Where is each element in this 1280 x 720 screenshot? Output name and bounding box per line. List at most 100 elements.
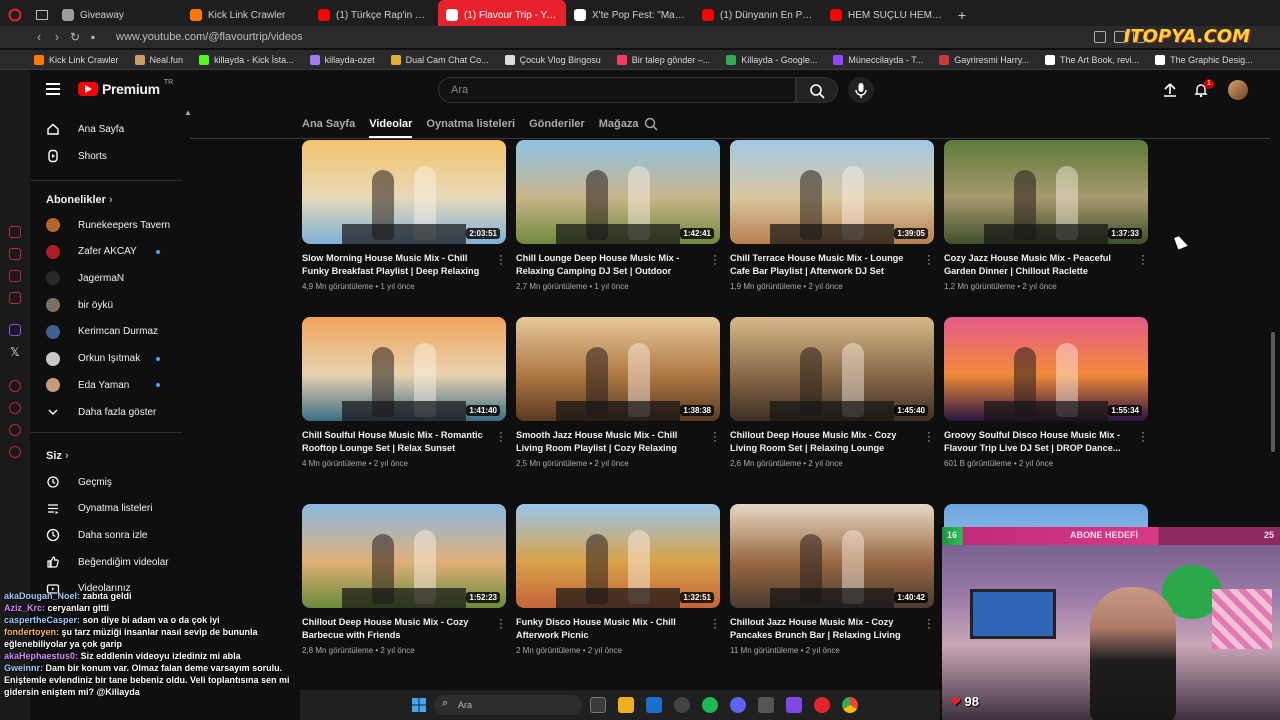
bookmark-item[interactable]: The Art Book, revi... [1037, 54, 1147, 65]
video-title[interactable]: Slow Morning House Music Mix - Chill Fun… [302, 252, 490, 278]
url-field[interactable]: www.youtube.com/@flavourtrip/videos [116, 31, 303, 43]
video-title[interactable]: Smooth Jazz House Music Mix - Chill Livi… [516, 429, 704, 455]
video-card[interactable]: 1:39:05 Chill Terrace House Music Mix - L… [730, 140, 934, 291]
video-title[interactable]: Funky Disco House Music Mix - Chill Afte… [516, 616, 704, 642]
subscription-item[interactable]: Orkun Işıtmak [30, 346, 182, 372]
bookmark-item[interactable]: killayda - Kick İsta... [191, 54, 302, 65]
chrome-icon[interactable] [842, 697, 858, 713]
opera-gx-icon[interactable] [814, 697, 830, 713]
video-thumbnail[interactable]: 1:37:33 [944, 140, 1148, 244]
discord-icon[interactable] [730, 697, 746, 713]
more-options-icon[interactable]: · · · [926, 615, 932, 634]
sidebar-item-shorts[interactable]: Shorts [30, 143, 182, 169]
back-icon[interactable]: ‹ [30, 30, 48, 44]
bookmark-item[interactable]: Çocuk Vlog Bingosu [497, 54, 609, 65]
video-thumbnail[interactable]: 1:45:40 [730, 317, 934, 421]
youtube-premium-logo[interactable]: Premium TR [78, 79, 173, 97]
video-thumbnail[interactable]: 2:03:51 [302, 140, 506, 244]
bookmark-item[interactable]: Dual Cam Chat Co... [383, 54, 497, 65]
video-card[interactable]: 1:41:40 Chill Soulful House Music Mix - R… [302, 317, 506, 468]
video-title[interactable]: Chillout Deep House Music Mix - Cozy Liv… [730, 429, 918, 455]
more-options-icon[interactable]: · · · [926, 251, 932, 270]
sidebar-item-liked[interactable]: Beğendiğim videolar [30, 549, 182, 575]
video-title[interactable]: Chillout Deep House Music Mix - Cozy Bar… [302, 616, 490, 642]
video-card[interactable]: 1:37:33 Cozy Jazz House Music Mix - Peace… [944, 140, 1148, 291]
more-options-icon[interactable]: · · · [712, 615, 718, 634]
bookmark-item[interactable]: Gayriresmi Harry... [931, 54, 1037, 65]
taskbar-search-input[interactable]: Ara [434, 695, 582, 715]
new-tab-button[interactable]: + [950, 7, 974, 23]
video-card[interactable]: 1:42:41 Chill Lounge Deep House Music Mix… [516, 140, 720, 291]
outlook-icon[interactable] [646, 697, 662, 713]
more-options-icon[interactable]: · · · [498, 428, 504, 447]
github-icon[interactable] [674, 697, 690, 713]
video-card[interactable]: 1:40:42 Chillout Jazz House Music Mix - C… [730, 504, 934, 655]
subscriptions-header[interactable]: Abonelikler › [46, 194, 113, 206]
hamburger-menu-icon[interactable] [46, 83, 60, 95]
bookmark-item[interactable]: Neal.fun [127, 54, 192, 65]
upload-icon[interactable] [1162, 82, 1178, 98]
video-thumbnail[interactable]: 1:41:40 [302, 317, 506, 421]
reload-icon[interactable]: ↻ [66, 30, 84, 44]
subscription-item[interactable]: Runekeepers Tavern [30, 212, 182, 238]
video-thumbnail[interactable]: 1:55:34 [944, 317, 1148, 421]
bookmark-item[interactable]: Kick Link Crawler [26, 54, 127, 65]
task-view-icon[interactable] [590, 697, 606, 713]
subscription-item[interactable]: Eda Yaman [30, 372, 182, 398]
voice-search-button[interactable] [848, 77, 874, 103]
more-options-icon[interactable]: · · · [498, 615, 504, 634]
bookmark-item[interactable]: Bir talep gönder –... [609, 54, 719, 65]
search-input[interactable]: Ara [438, 77, 796, 103]
more-options-icon[interactable]: · · · [498, 251, 504, 270]
video-card[interactable]: 1:55:34 Groovy Soulful Disco House Music … [944, 317, 1148, 468]
show-more-button[interactable]: Daha fazla göster [30, 399, 182, 425]
video-card[interactable]: 2:03:51 Slow Morning House Music Mix - Ch… [302, 140, 506, 291]
video-thumbnail[interactable]: 1:38:38 [516, 317, 720, 421]
video-title[interactable]: Chillout Jazz House Music Mix - Cozy Pan… [730, 616, 918, 642]
video-thumbnail[interactable]: 1:42:41 [516, 140, 720, 244]
bookmark-item[interactable]: Müneccilayda - T... [825, 54, 931, 65]
video-title[interactable]: Chill Terrace House Music Mix - Lounge C… [730, 252, 918, 278]
video-card[interactable]: 1:45:40 Chillout Deep House Music Mix - C… [730, 317, 934, 468]
sidebar-scroll-up-icon[interactable]: ▲ [184, 108, 192, 117]
more-options-icon[interactable]: · · · [712, 428, 718, 447]
forward-icon[interactable]: › [48, 30, 66, 44]
channel-tab[interactable]: Ana Sayfa [302, 112, 355, 138]
file-explorer-icon[interactable] [618, 697, 634, 713]
channel-tab[interactable]: Oynatma listeleri [426, 112, 515, 138]
spotify-icon[interactable] [702, 697, 718, 713]
video-thumbnail[interactable]: 1:39:05 [730, 140, 934, 244]
video-title[interactable]: Chill Lounge Deep House Music Mix - Rela… [516, 252, 704, 278]
bookmark-item[interactable]: Killayda - Google... [718, 54, 825, 65]
search-button[interactable] [796, 77, 838, 103]
sidebar-item-playlists[interactable]: Oynatma listeleri [30, 496, 182, 522]
more-options-icon[interactable]: · · · [1140, 251, 1146, 270]
video-thumbnail[interactable]: 1:40:42 [730, 504, 934, 608]
video-thumbnail[interactable]: 1:52:23 [302, 504, 506, 608]
video-title[interactable]: Cozy Jazz House Music Mix - Peaceful Gar… [944, 252, 1132, 278]
subscription-item[interactable]: Zafer AKCAY [30, 239, 182, 265]
bookmark-item[interactable]: killayda-ozet [302, 54, 383, 65]
video-title[interactable]: Groovy Soulful Disco House Music Mix - F… [944, 429, 1132, 455]
bookmark-item[interactable]: The Graphic Desig... [1147, 54, 1261, 65]
video-card[interactable]: 1:52:23 Chillout Deep House Music Mix - C… [302, 504, 506, 655]
video-card[interactable]: 1:32:51 Funky Disco House Music Mix - Chi… [516, 504, 720, 655]
channel-tab[interactable]: Videolar [369, 112, 413, 138]
more-options-icon[interactable]: · · · [712, 251, 718, 270]
more-options-icon[interactable]: · · · [1140, 428, 1146, 447]
subscription-item[interactable]: JagermaN [30, 265, 182, 291]
account-avatar[interactable] [1228, 80, 1248, 100]
page-scrollbar[interactable] [1271, 332, 1275, 452]
video-thumbnail[interactable]: 1:32:51 [516, 504, 720, 608]
channel-tab[interactable]: Mağaza [599, 112, 639, 138]
you-header[interactable]: Siz › [46, 450, 69, 462]
more-options-icon[interactable]: · · · [926, 428, 932, 447]
video-card[interactable]: 1:38:38 Smooth Jazz House Music Mix - Chi… [516, 317, 720, 468]
windows-start-icon[interactable] [411, 697, 427, 713]
extension-icon[interactable] [1094, 31, 1106, 43]
channel-tab[interactable]: Gönderiler [529, 112, 585, 138]
settings-icon[interactable] [758, 697, 774, 713]
subscription-item[interactable]: Kerimcan Durmaz [30, 319, 182, 345]
channel-search-icon[interactable] [644, 117, 658, 131]
video-title[interactable]: Chill Soulful House Music Mix - Romantic… [302, 429, 490, 455]
